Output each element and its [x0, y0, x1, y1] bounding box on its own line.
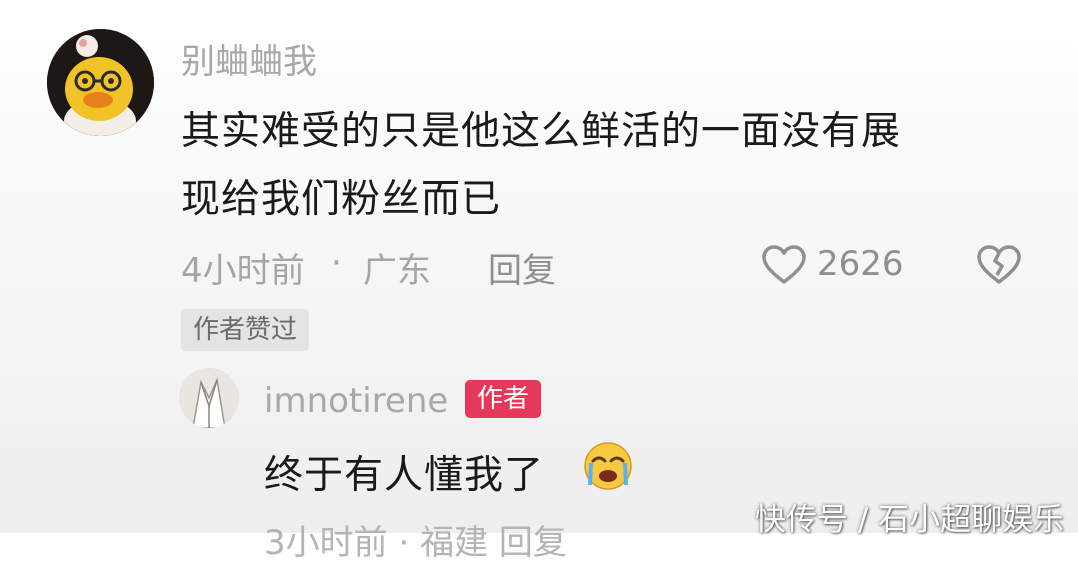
reply-text: 终于有人懂我了: [264, 453, 545, 498]
reply-button[interactable]: 回复: [488, 243, 556, 292]
dislike-button[interactable]: [976, 244, 1022, 290]
comment-text-line1: 其实难受的只是他这么鲜活的一面没有展: [181, 109, 902, 154]
heart-icon: [762, 245, 806, 284]
white-blazer-avatar-icon: [179, 368, 239, 428]
broken-heart-icon: [977, 245, 1021, 284]
comment-username[interactable]: 别蛐蛐我: [181, 34, 317, 83]
meta-separator: ·: [331, 243, 342, 283]
like-button[interactable]: [761, 244, 807, 290]
comment-text-line2: 现给我们粉丝而已: [181, 177, 502, 222]
comment-location: 广东: [363, 251, 431, 291]
comment-time: 4小时前: [181, 251, 305, 291]
author-badge: 作者: [465, 380, 542, 418]
reply-avatar[interactable]: [179, 368, 239, 428]
avatar[interactable]: [47, 29, 154, 136]
crying-face-icon: [580, 439, 636, 495]
reply-username[interactable]: imnotirene: [264, 381, 448, 421]
duck-plush-avatar-icon: [47, 29, 154, 136]
like-count: 2626: [817, 244, 904, 284]
next-reply-meta: 3小时前 · 福建 回复: [264, 523, 567, 563]
watermark: 快传号 / 石小超聊娱乐: [755, 502, 1065, 538]
author-liked-tag: 作者赞过: [181, 309, 310, 351]
